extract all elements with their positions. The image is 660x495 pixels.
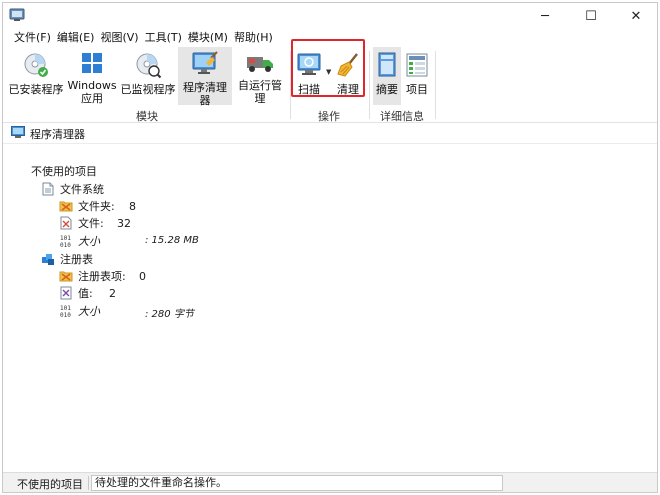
- svg-text:010: 010: [60, 242, 71, 248]
- clean-button[interactable]: 清理: [333, 47, 363, 105]
- fs-size-label: 大小: [78, 235, 100, 248]
- menu-help[interactable]: 帮助(H): [231, 29, 276, 47]
- registry-cubes-icon: [41, 252, 55, 266]
- details-group-label: 详细信息: [380, 110, 424, 123]
- summary-label: 摘要: [376, 83, 398, 96]
- registry-values-label: 值:: [78, 287, 93, 300]
- registry-entries-label: 注册表项:: [78, 270, 126, 283]
- registry-size-row: 101 010 大小: [59, 303, 100, 319]
- items-button[interactable]: 项目: [403, 47, 431, 105]
- files-row: 文件:: [59, 215, 104, 231]
- broom-icon: [333, 50, 363, 80]
- registry-entries-row: 注册表项:: [59, 268, 126, 284]
- windows-apps-label: Windows 应用: [67, 79, 117, 105]
- fs-size-value: : 15.28 MB: [145, 235, 199, 246]
- folders-label: 文件夹:: [78, 200, 115, 213]
- registry-label: 注册表: [60, 253, 93, 266]
- status-separator: [88, 476, 89, 490]
- tree-root-label: 不使用的项目: [31, 165, 97, 178]
- autorun-manager-label: 自运行管理: [238, 79, 282, 105]
- autorun-manager-button[interactable]: 自运行管理: [233, 47, 287, 105]
- program-cleaner-label: 程序清理器: [183, 81, 227, 107]
- program-cleaner-small-icon: [11, 126, 25, 141]
- menu-edit[interactable]: 编辑(E): [54, 29, 98, 47]
- unused-items-tree: 不使用的项目 文件系统 文件夹: 8 文件: 32 101 010 大小: 1…: [3, 145, 657, 471]
- summary-icon: [372, 50, 402, 80]
- folders-row: 文件夹:: [59, 198, 115, 214]
- registry-entries-value: 0: [139, 270, 146, 283]
- registry-values-value: 2: [109, 287, 116, 300]
- ribbon-separator: [369, 51, 370, 119]
- cd-monitor-icon: [133, 50, 163, 80]
- truck-icon: [245, 50, 275, 76]
- binary-size-icon: 101 010: [59, 234, 73, 248]
- files-value: 32: [117, 217, 131, 230]
- section-header: 程序清理器: [3, 124, 657, 144]
- filesystem-node[interactable]: 文件系统: [41, 181, 104, 197]
- registry-node[interactable]: 注册表: [41, 251, 93, 267]
- file-x-icon: [59, 216, 73, 230]
- registry-size-value: : 280 字节: [145, 309, 194, 320]
- svg-text:101: 101: [60, 235, 71, 242]
- monitored-programs-button[interactable]: 已监视程序: [119, 47, 177, 105]
- maximize-button[interactable]: ☐: [568, 3, 614, 29]
- ribbon-toolbar: 已安装程序 Windows 应用 已监视程序 程序清理器 自运行管理 模块 扫描…: [3, 39, 657, 123]
- fs-size-row: 101 010 大小: [59, 233, 100, 249]
- folder-x-icon: [59, 269, 73, 283]
- ribbon-separator: [435, 51, 436, 119]
- registry-size-label: 大小: [78, 305, 100, 318]
- folders-value: 8: [129, 200, 136, 213]
- items-label: 项目: [406, 83, 428, 96]
- monitor-broom-icon: [190, 50, 220, 78]
- menu-tools[interactable]: 工具(T): [142, 29, 185, 47]
- scan-button[interactable]: 扫描: [293, 47, 325, 105]
- cd-install-icon: [21, 50, 51, 80]
- status-bar: 不使用的项目 待处理的文件重命名操作。: [3, 472, 657, 492]
- menu-modules[interactable]: 模块(M): [185, 29, 231, 47]
- svg-text:010: 010: [60, 312, 71, 318]
- scan-dropdown-arrow-icon[interactable]: ▼: [326, 68, 331, 76]
- items-list-icon: [402, 50, 432, 80]
- monitored-programs-label: 已监视程序: [120, 83, 176, 96]
- filesystem-label: 文件系统: [60, 183, 104, 196]
- registry-value-x-icon: [59, 286, 73, 300]
- tree-root[interactable]: 不使用的项目: [31, 163, 97, 179]
- svg-text:101: 101: [60, 305, 71, 312]
- installed-programs-label: 已安装程序: [8, 83, 64, 96]
- menu-view[interactable]: 视图(V): [97, 29, 141, 47]
- status-section-text: 不使用的项目: [17, 478, 83, 491]
- title-bar: ─ ☐ ✕: [3, 3, 657, 29]
- windows-apps-button[interactable]: Windows 应用: [67, 47, 117, 105]
- close-button[interactable]: ✕: [613, 3, 659, 29]
- installed-programs-button[interactable]: 已安装程序: [7, 47, 65, 105]
- folder-x-icon: [59, 199, 73, 213]
- file-system-icon: [41, 182, 55, 196]
- status-message: 待处理的文件重命名操作。: [91, 475, 503, 491]
- registry-values-row: 值:: [59, 285, 93, 301]
- files-label: 文件:: [78, 217, 104, 230]
- section-title: 程序清理器: [30, 127, 85, 141]
- program-cleaner-window: ─ ☐ ✕ 文件(F) 编辑(E) 视图(V) 工具(T) 模块(M) 帮助(H…: [2, 2, 658, 493]
- actions-group-label: 操作: [318, 110, 340, 123]
- summary-button[interactable]: 摘要: [373, 47, 401, 105]
- scan-label: 扫描: [298, 83, 320, 96]
- modules-group-label: 模块: [136, 110, 158, 123]
- menu-file[interactable]: 文件(F): [11, 29, 54, 47]
- app-icon: [9, 8, 25, 22]
- binary-size-icon: 101 010: [59, 304, 73, 318]
- program-cleaner-button[interactable]: 程序清理器: [178, 47, 232, 107]
- scan-monitor-icon: [294, 50, 324, 80]
- clean-label: 清理: [337, 83, 359, 96]
- minimize-button[interactable]: ─: [522, 3, 568, 29]
- windows-logo-icon: [77, 50, 107, 76]
